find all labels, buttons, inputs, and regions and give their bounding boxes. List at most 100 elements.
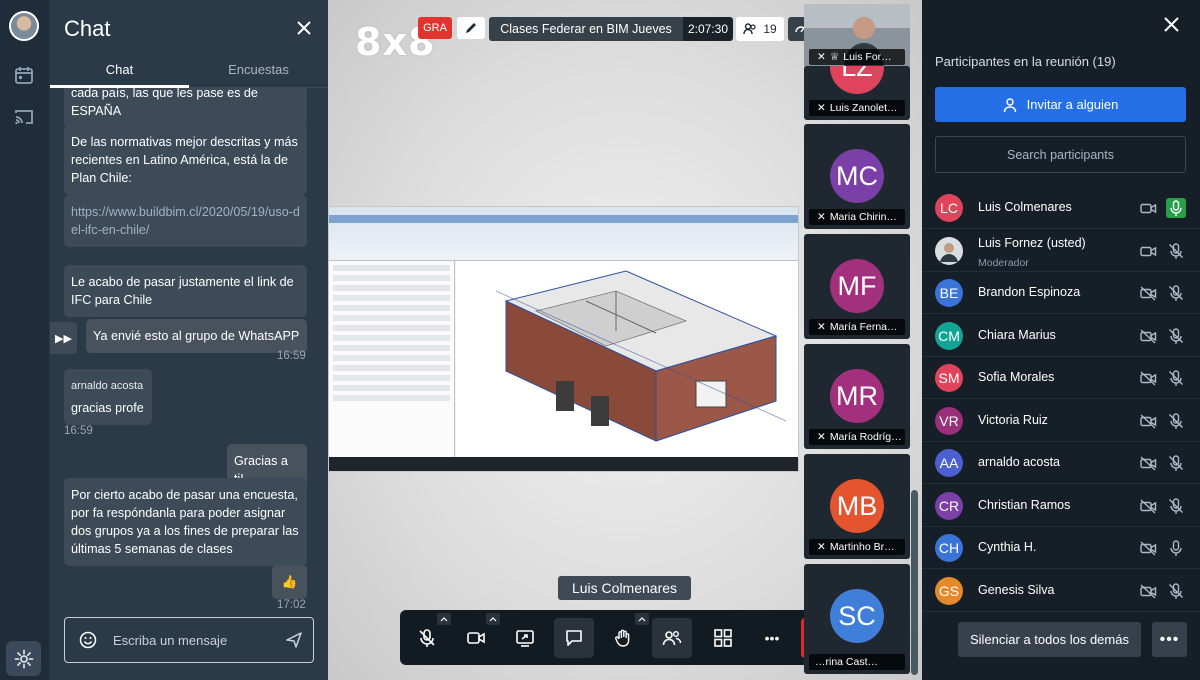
camera-icon[interactable] bbox=[1140, 243, 1157, 260]
participant-tile[interactable]: ✕ ♕ Luis For… bbox=[804, 4, 910, 69]
participant-tile[interactable]: MC ✕ Maria Chirin… bbox=[804, 124, 910, 229]
participant-tile[interactable]: SC …rina Cast… bbox=[804, 564, 910, 674]
camera-off-icon[interactable] bbox=[1140, 540, 1157, 557]
participant-row[interactable]: CR Christian Ramos bbox=[922, 485, 1200, 527]
camera-off-icon[interactable] bbox=[1140, 583, 1157, 600]
people-icon bbox=[743, 22, 757, 36]
mic-muted-icon[interactable] bbox=[1167, 327, 1185, 345]
settings-button[interactable] bbox=[6, 641, 41, 676]
microphone-icon[interactable] bbox=[1167, 539, 1185, 557]
tab-chat[interactable]: Chat bbox=[50, 62, 189, 77]
participant-count: 19 bbox=[763, 22, 777, 36]
mic-muted-icon[interactable] bbox=[1167, 284, 1185, 302]
participant-tile[interactable]: MR ✕ María Rodríg… bbox=[804, 344, 910, 449]
participant-row[interactable]: VR Victoria Ruiz bbox=[922, 400, 1200, 442]
search-input[interactable] bbox=[936, 137, 1185, 172]
message-sender: arnaldo acosta bbox=[71, 380, 144, 392]
collapse-chat-button[interactable]: ▶▶ bbox=[50, 322, 77, 354]
edit-button[interactable] bbox=[457, 17, 485, 39]
shared-properties-panel bbox=[329, 261, 455, 457]
participant-name: Luis Colmenares bbox=[978, 200, 1072, 214]
participants-button[interactable] bbox=[652, 618, 692, 658]
calendar-icon[interactable] bbox=[13, 64, 35, 86]
chat-message-link[interactable]: https://www.buildbim.cl/2020/05/19/uso-d… bbox=[64, 195, 307, 247]
tile-name-bar: ✕ María Rodríg… bbox=[809, 429, 905, 445]
shared-screen bbox=[328, 206, 799, 472]
search-participants bbox=[935, 136, 1186, 173]
message-link[interactable]: https://www.buildbim.cl/2020/05/19/uso-d… bbox=[71, 205, 300, 237]
microphone-icon[interactable] bbox=[1166, 198, 1186, 218]
participant-name: Genesis Silva bbox=[978, 582, 1055, 597]
mute-button[interactable] bbox=[407, 618, 447, 658]
raise-hand-button[interactable] bbox=[603, 618, 643, 658]
participant-tile[interactable]: LZ ✕ Luis Zanolet… bbox=[804, 66, 910, 120]
participant-row[interactable]: CH Cynthia H. bbox=[922, 527, 1200, 569]
camera-off-icon[interactable] bbox=[1140, 370, 1157, 387]
camera-button[interactable] bbox=[456, 618, 496, 658]
participant-row[interactable]: BE Brandon Espinoza bbox=[922, 272, 1200, 314]
more-options-button[interactable]: ••• bbox=[752, 618, 792, 658]
participant-row[interactable]: LC Luis Colmenares bbox=[922, 187, 1200, 229]
participant-row[interactable]: CM Chiara Marius bbox=[922, 315, 1200, 357]
message-input[interactable] bbox=[113, 630, 273, 650]
chat-tabs: Chat Encuestas bbox=[50, 56, 328, 88]
chat-message: De las normativas mejor descritas y más … bbox=[64, 125, 307, 195]
share-screen-button[interactable] bbox=[505, 618, 545, 658]
row-divider bbox=[922, 610, 1200, 612]
participant-avatar: AA bbox=[935, 449, 963, 477]
filmstrip-scrollbar[interactable] bbox=[911, 490, 918, 675]
participant-avatar: LC bbox=[935, 194, 963, 222]
gear-icon bbox=[14, 649, 34, 669]
camera-icon[interactable] bbox=[1140, 200, 1157, 217]
tile-view-button[interactable] bbox=[703, 618, 743, 658]
grid-icon bbox=[713, 628, 733, 648]
tab-polls[interactable]: Encuestas bbox=[189, 62, 328, 77]
chat-message: arnaldo acosta gracias profe bbox=[64, 369, 152, 425]
participant-avatar: CM bbox=[935, 321, 963, 350]
invite-button[interactable]: Invitar a alguien bbox=[935, 87, 1186, 122]
close-icon[interactable] bbox=[1164, 17, 1179, 32]
mic-muted-icon[interactable] bbox=[1167, 454, 1185, 472]
emoji-icon[interactable] bbox=[79, 631, 97, 649]
tile-name-bar: ✕ Maria Chirin… bbox=[809, 209, 905, 225]
chat-message: Ya envié esto al grupo de WhatsAPP bbox=[86, 319, 307, 353]
send-icon[interactable] bbox=[285, 631, 303, 649]
filmstrip[interactable]: ✕ ♕ Luis For… LZ ✕ Luis Zanolet… MC ✕ Maria … bbox=[804, 0, 910, 680]
participant-row[interactable]: GS Genesis Silva bbox=[922, 570, 1200, 612]
participant-tile[interactable]: MF ✕ María Ferna… bbox=[804, 234, 910, 339]
chat-message: cada país, las que les pase es de ESPAÑA bbox=[64, 88, 307, 128]
mute-all-button[interactable]: Silenciar a todos los demás bbox=[958, 622, 1141, 657]
camera-off-icon[interactable] bbox=[1140, 328, 1157, 345]
message-list[interactable]: cada país, las que les pase es de ESPAÑA… bbox=[50, 88, 328, 610]
mic-muted-icon[interactable] bbox=[1167, 242, 1185, 260]
camera-off-icon[interactable] bbox=[1140, 455, 1157, 472]
mic-muted-icon[interactable] bbox=[1167, 497, 1185, 515]
participant-avatar: GS bbox=[935, 576, 963, 605]
mic-muted-icon[interactable] bbox=[1167, 369, 1185, 387]
meeting-toolbar: ••• bbox=[400, 610, 847, 665]
participant-tile[interactable]: MB ✕ Martinho Br… bbox=[804, 454, 910, 559]
participant-row[interactable]: SM Sofia Morales bbox=[922, 357, 1200, 399]
camera-off-icon[interactable] bbox=[1140, 498, 1157, 515]
tile-name: Maria Chirin… bbox=[829, 211, 897, 223]
camera-icon bbox=[466, 628, 486, 648]
more-icon: ••• bbox=[764, 630, 780, 646]
camera-off-icon[interactable] bbox=[1140, 285, 1157, 302]
close-chat-icon[interactable] bbox=[297, 21, 311, 35]
mic-muted-icon: ✕ bbox=[817, 321, 826, 333]
tile-name: …rina Cast… bbox=[815, 656, 879, 668]
participant-avatar bbox=[935, 236, 963, 265]
participant-row[interactable]: Luis Fornez (usted) Moderador bbox=[922, 230, 1200, 272]
user-avatar[interactable] bbox=[9, 11, 39, 41]
mic-muted-icon[interactable] bbox=[1167, 582, 1185, 600]
participant-row[interactable]: AA arnaldo acosta bbox=[922, 442, 1200, 484]
camera-off-icon[interactable] bbox=[1140, 413, 1157, 430]
participant-name: Chiara Marius bbox=[978, 327, 1056, 342]
mic-muted-icon[interactable] bbox=[1167, 412, 1185, 430]
participants-more-button[interactable]: ••• bbox=[1152, 622, 1187, 657]
participant-name: Brandon Espinoza bbox=[978, 285, 1081, 299]
cast-icon[interactable] bbox=[13, 106, 35, 128]
left-rail bbox=[0, 0, 50, 680]
participant-count-button[interactable]: 19 bbox=[736, 17, 784, 41]
chat-button[interactable] bbox=[554, 618, 594, 658]
